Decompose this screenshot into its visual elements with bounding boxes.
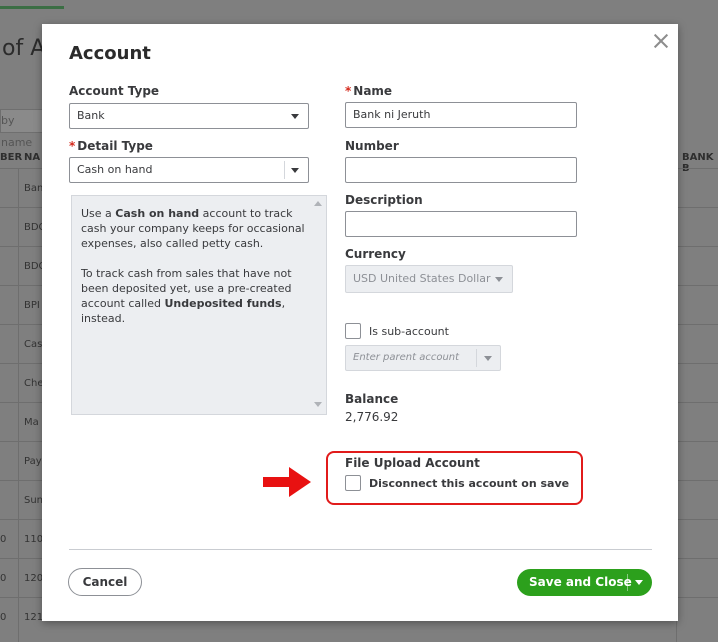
- name-label: * Name: [345, 84, 392, 98]
- button-divider: [627, 574, 628, 591]
- highlight-box: [326, 451, 583, 505]
- scroll-up-icon[interactable]: [314, 201, 322, 206]
- dialog-title: Account: [69, 43, 151, 64]
- close-icon[interactable]: [650, 30, 672, 52]
- detail-type-label-text: Detail Type: [77, 139, 153, 153]
- chevron-down-icon: [291, 168, 299, 173]
- detail-type-label: * Detail Type: [69, 139, 153, 153]
- footer-divider: [69, 549, 652, 550]
- number-input[interactable]: [345, 157, 577, 183]
- chevron-down-icon[interactable]: [635, 580, 643, 585]
- select-divider: [476, 349, 477, 367]
- balance-value: 2,776.92: [345, 410, 399, 424]
- chevron-down-icon: [495, 277, 503, 282]
- account-type-value: Bank: [77, 109, 105, 122]
- background-search-input: by name: [0, 109, 46, 149]
- arrow-right-icon: [263, 467, 311, 497]
- chevron-down-icon: [291, 114, 299, 119]
- name-label-text: Name: [353, 84, 393, 98]
- save-and-close-label: Save and Close: [529, 575, 632, 589]
- required-marker: *: [69, 139, 76, 153]
- detail-type-select[interactable]: Cash on hand: [69, 157, 309, 183]
- description-label: Description: [345, 193, 423, 207]
- currency-value: USD United States Dollar: [353, 272, 491, 285]
- parent-account-placeholder: Enter parent account: [353, 352, 460, 363]
- background-tab-indicator: [0, 6, 64, 9]
- number-label: Number: [345, 139, 399, 153]
- background-page-title: of A: [2, 36, 46, 61]
- chevron-down-icon: [484, 356, 492, 361]
- balance-label: Balance: [345, 392, 399, 406]
- sub-account-checkbox[interactable]: [345, 323, 361, 339]
- column-header-number: BER: [0, 152, 23, 163]
- account-dialog: Account Account Type Bank * Detail Type C…: [42, 24, 678, 621]
- name-input[interactable]: Bank ni Jeruth: [345, 102, 577, 128]
- currency-select[interactable]: USD United States Dollar: [345, 265, 513, 293]
- column-header-name: NA: [24, 152, 41, 163]
- account-type-select[interactable]: Bank: [69, 103, 309, 129]
- cancel-button[interactable]: Cancel: [68, 568, 142, 596]
- currency-label: Currency: [345, 247, 406, 261]
- detail-type-description[interactable]: Use a Cash on hand account to track cash…: [71, 195, 327, 415]
- sub-account-label: Is sub-account: [369, 325, 449, 338]
- account-type-label: Account Type: [69, 84, 160, 98]
- required-marker: *: [345, 84, 352, 98]
- description-paragraph: To track cash from sales that have not b…: [81, 267, 292, 325]
- scroll-down-icon[interactable]: [314, 402, 322, 407]
- save-and-close-button[interactable]: Save and Close: [517, 569, 652, 596]
- select-divider: [284, 161, 285, 179]
- description-paragraph: Use a Cash on hand account to track cash…: [81, 207, 305, 250]
- description-input[interactable]: [345, 211, 577, 237]
- parent-account-input[interactable]: Enter parent account: [345, 345, 501, 371]
- detail-type-value: Cash on hand: [77, 163, 153, 176]
